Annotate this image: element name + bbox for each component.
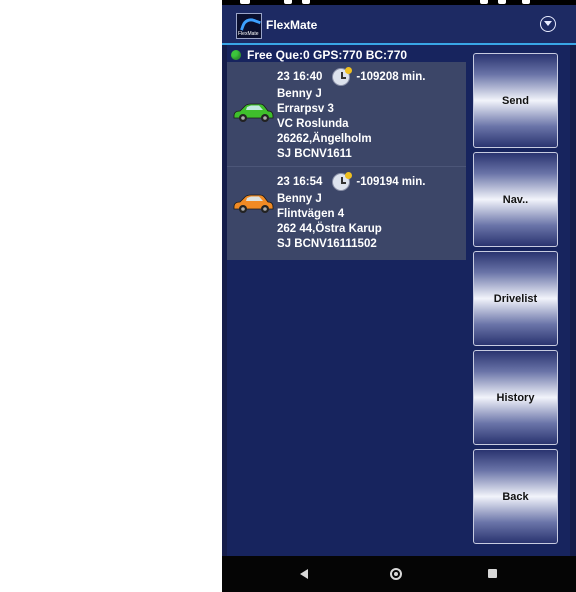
job-reference: SJ BCNV1611	[277, 148, 352, 160]
nav-home-icon[interactable]	[390, 568, 402, 580]
car-icon	[233, 103, 274, 122]
history-button[interactable]: History	[473, 350, 558, 445]
job-postal: 26262,Ängelholm	[277, 133, 372, 145]
nav-back-icon[interactable]	[300, 569, 308, 579]
job-list-item[interactable]: 23 16:40 -109208 min. Benny J Errarpsv 3…	[227, 62, 466, 166]
app-logo: FlexMate	[236, 13, 262, 39]
back-button-label: Back	[502, 490, 529, 503]
send-button-label: Send	[502, 94, 529, 107]
status-icon	[240, 0, 250, 4]
job-customer: Benny J	[277, 193, 322, 205]
navigate-button[interactable]: Nav..	[473, 152, 558, 247]
job-street: Flintvägen 4	[277, 208, 345, 220]
status-icon	[480, 0, 488, 4]
nav-recents-icon[interactable]	[488, 569, 497, 578]
job-time-row: 23 16:54 -109194 min.	[277, 172, 426, 191]
status-text: Free Que:0 GPS:770 BC:770	[247, 48, 408, 62]
job-time-row: 23 16:40 -109208 min.	[277, 67, 426, 86]
send-button[interactable]: Send	[473, 53, 558, 148]
main-content: Free Que:0 GPS:770 BC:770 23 16:40 -1092…	[227, 45, 570, 556]
chevron-down-icon	[544, 21, 552, 26]
overflow-menu-button[interactable]	[540, 16, 556, 32]
car-icon	[233, 194, 274, 213]
job-postal: 262 44,Östra Karup	[277, 223, 382, 235]
action-sidebar: Send Nav.. Drivelist History Back	[473, 53, 562, 548]
job-details: 23 16:54 -109194 min. Benny J Flintvägen…	[277, 172, 426, 252]
back-button[interactable]: Back	[473, 449, 558, 544]
status-dot-icon	[231, 50, 241, 60]
job-list-item[interactable]: 23 16:54 -109194 min. Benny J Flintvägen…	[227, 166, 466, 260]
connection-status: Free Que:0 GPS:770 BC:770	[231, 47, 407, 63]
status-icon	[284, 0, 292, 4]
app-title: FlexMate	[266, 18, 318, 32]
job-time-offset: -109208 min.	[356, 70, 426, 83]
job-details: 23 16:40 -109208 min. Benny J Errarpsv 3…	[277, 67, 426, 162]
clock-icon	[332, 172, 353, 191]
job-reference: SJ BCNV16111502	[277, 238, 377, 250]
history-button-label: History	[496, 391, 535, 404]
job-street: Errarpsv 3	[277, 103, 334, 115]
app-title-bar: FlexMate FlexMate	[222, 5, 576, 43]
drivelist-button[interactable]: Drivelist	[473, 251, 558, 346]
status-icon	[302, 0, 310, 4]
navigate-button-label: Nav..	[502, 193, 529, 206]
drivelist-button-label: Drivelist	[493, 292, 538, 305]
app-logo-text: FlexMate	[238, 31, 259, 37]
status-icon	[498, 0, 506, 4]
job-time-offset: -109194 min.	[356, 175, 426, 188]
status-icon	[522, 0, 530, 4]
job-time: 23 16:40	[277, 70, 323, 83]
job-place: VC Roslunda	[277, 118, 349, 130]
job-time: 23 16:54	[277, 175, 323, 188]
clock-icon	[332, 67, 353, 86]
phone-screen: FlexMate FlexMate Free Que:0 GPS:770 BC:…	[222, 0, 576, 592]
system-navigation-bar	[222, 556, 576, 592]
job-customer: Benny J	[277, 88, 322, 100]
